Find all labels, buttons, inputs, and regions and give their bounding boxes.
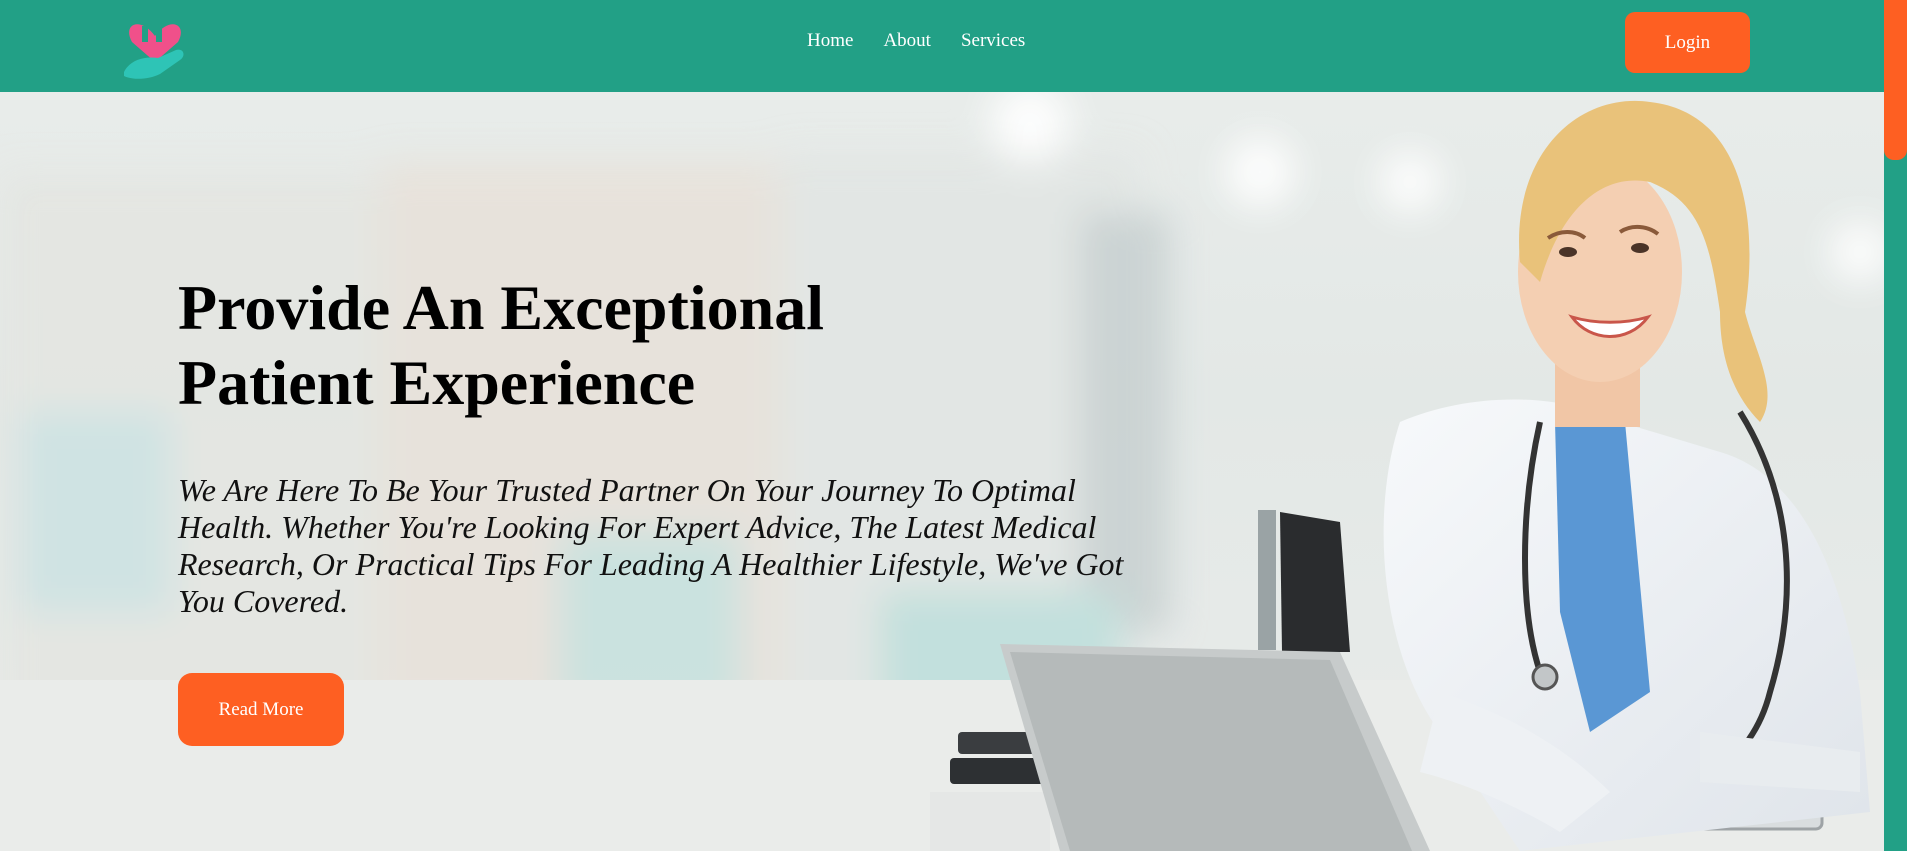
nav-about-link[interactable]: About [883,30,931,52]
nav-services-link[interactable]: Services [961,30,1025,52]
top-navbar: Home About Services Login [0,0,1884,92]
hero-description: We Are Here To Be Your Trusted Partner O… [178,472,1124,619]
login-button[interactable]: Login [1625,12,1750,73]
hero-title-line1: Provide An Exceptional [178,272,824,343]
nav-links: Home About Services [807,30,1055,52]
hero-title-line2: Patient Experience [178,347,696,418]
heart-hand-logo-icon[interactable] [120,6,190,80]
hero-section: Provide An Exceptional Patient Experienc… [0,92,1884,851]
hero-title: Provide An Exceptional Patient Experienc… [178,270,938,420]
read-more-button[interactable]: Read More [178,673,344,746]
page-scrollbar-thumb[interactable] [1884,0,1907,160]
nav-home-link[interactable]: Home [807,30,853,52]
